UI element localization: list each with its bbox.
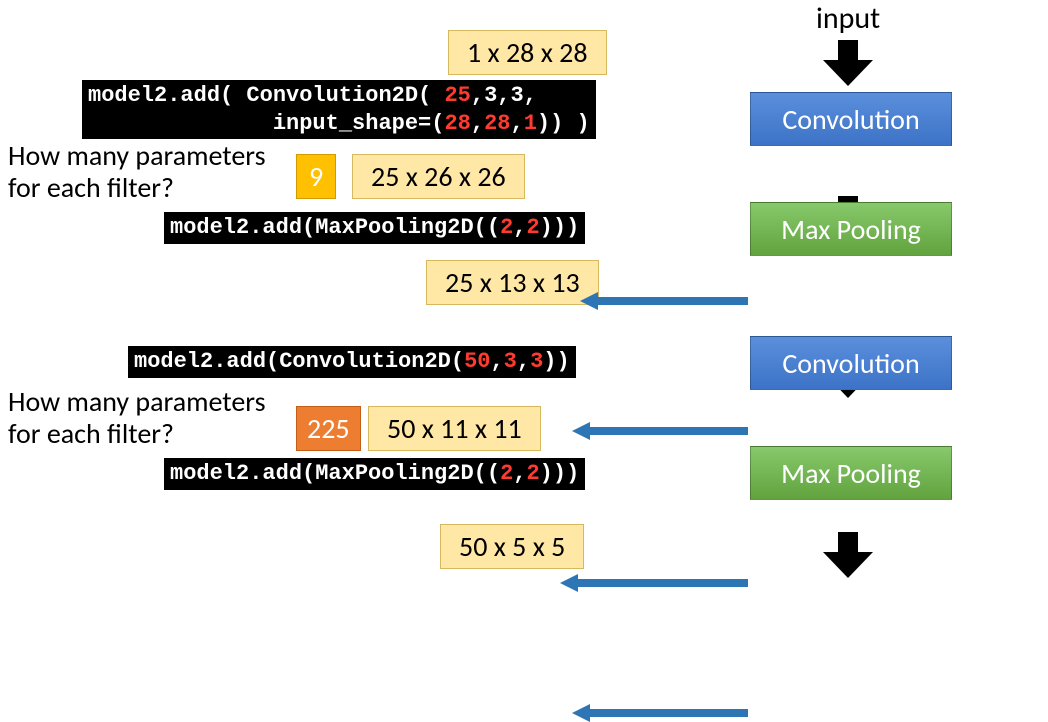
code-token: 2 [500,461,513,486]
code-token: , [490,349,503,374]
arrow-left-icon [560,574,748,592]
code-token: 3 [530,349,543,374]
code-token: 28 [484,111,510,136]
code-token: , [513,461,526,486]
code-token: 1 [524,111,537,136]
code-token: ,3,3, [471,83,537,108]
flow-convolution-1: Convolution [750,92,952,146]
arrow-down-icon [823,532,873,578]
input-label: input [816,0,880,37]
code-conv2: model2.add(Convolution2D(50,3,3)) [128,346,576,378]
code-token: , [510,111,523,136]
code-token: 25 [444,83,470,108]
code-token: ))) [540,461,580,486]
code-token: model2.add(MaxPooling2D(( [170,215,500,240]
shape-box-2: 25 x 13 x 13 [426,260,599,305]
code-token: ))) [540,215,580,240]
code-token: model2.add(MaxPooling2D(( [170,461,500,486]
param-count-2: 225 [296,406,361,451]
code-pool2: model2.add(MaxPooling2D((2,2))) [164,458,585,490]
question-params-2: How many parameters for each filter? [8,386,266,450]
arrow-down-icon [823,40,873,86]
arrow-left-icon [580,292,748,310]
code-token: model2.add(Convolution2D( [134,349,464,374]
question-params-1: How many parameters for each filter? [8,140,266,204]
code-token: )) ) [537,111,590,136]
code-token: 28 [444,111,470,136]
flow-maxpool-1: Max Pooling [750,202,952,256]
shape-box-1: 25 x 26 x 26 [352,154,525,199]
param-count-1: 9 [296,154,336,199]
shape-box-3: 50 x 11 x 11 [368,406,541,451]
code-token: 3 [504,349,517,374]
code-token: , [517,349,530,374]
code-token: , [471,111,484,136]
code-conv1: model2.add( Convolution2D( 25,3,3, input… [82,80,596,139]
code-token: 2 [526,215,539,240]
shape-box-4: 50 x 5 x 5 [440,524,584,569]
code-token: input_shape=( [88,111,444,136]
code-pool1: model2.add(MaxPooling2D((2,2))) [164,212,585,244]
code-token: 2 [500,215,513,240]
arrow-left-icon [572,704,748,722]
code-token: )) [543,349,569,374]
code-token: 50 [464,349,490,374]
flow-maxpool-2: Max Pooling [750,446,952,500]
arrow-left-icon [572,422,748,440]
code-token: 2 [526,461,539,486]
flow-convolution-2: Convolution [750,336,952,390]
code-token: , [513,215,526,240]
shape-box-0: 1 x 28 x 28 [448,30,607,75]
code-token: model2.add( Convolution2D( [88,83,444,108]
